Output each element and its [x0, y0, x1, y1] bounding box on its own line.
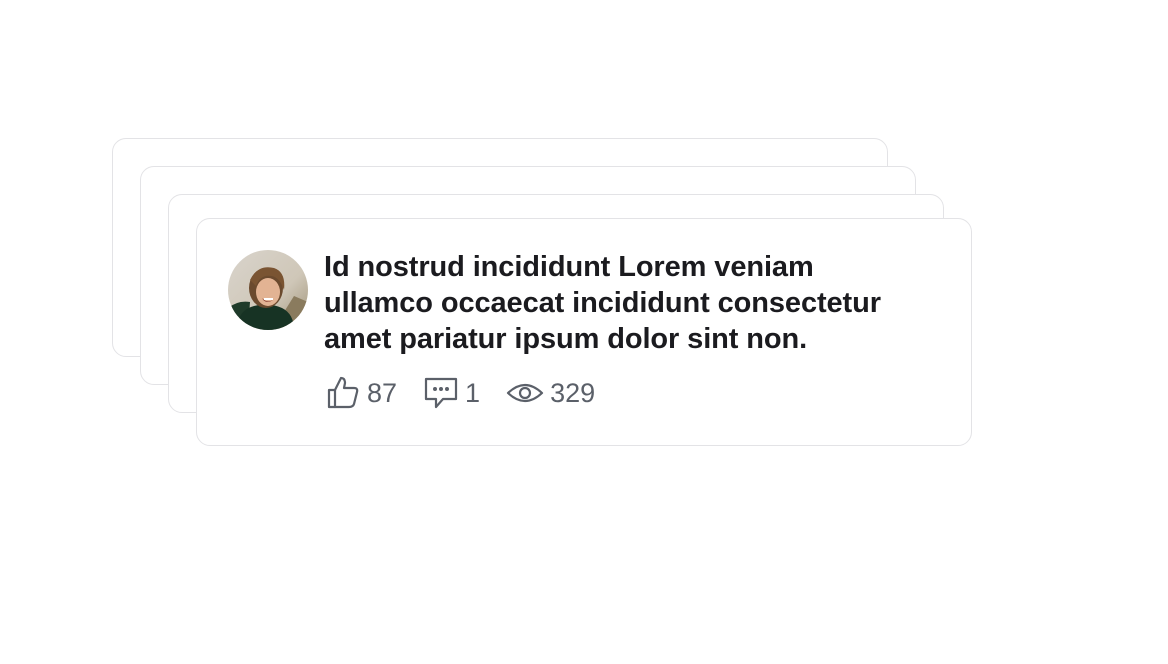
- comment-icon: [424, 377, 458, 409]
- eye-icon: [506, 383, 544, 403]
- post-card[interactable]: Id nostrud incididunt Lorem veniam ullam…: [196, 218, 972, 446]
- avatar[interactable]: [228, 250, 308, 330]
- post-stats: 87 1 329: [325, 375, 595, 411]
- avatar-image: [228, 250, 308, 330]
- post-text: Id nostrud incididunt Lorem veniam ullam…: [324, 251, 881, 355]
- view-count: 329: [550, 377, 596, 408]
- like-count: 87: [367, 377, 398, 408]
- card-stack: Id nostrud incididunt Lorem veniam ullam…: [0, 0, 1168, 664]
- views-stat: 329: [506, 375, 595, 411]
- comment-button[interactable]: 1: [423, 375, 480, 411]
- comment-count: 1: [465, 377, 481, 408]
- thumbs-up-icon: [327, 376, 359, 409]
- like-button[interactable]: 87: [325, 375, 397, 411]
